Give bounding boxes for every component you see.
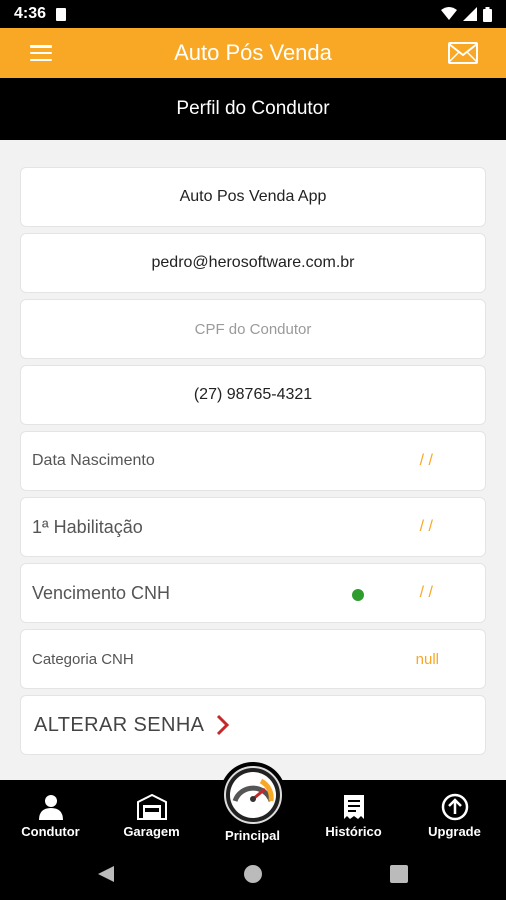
change-password-button[interactable]: ALTERAR SENHA bbox=[20, 695, 486, 755]
status-bar: 4:36 bbox=[0, 0, 506, 28]
first-license-label: 1ª Habilitação bbox=[32, 516, 143, 537]
chevron-right-icon bbox=[216, 714, 230, 736]
nav-upgrade[interactable]: Upgrade bbox=[404, 780, 505, 850]
receipt-icon bbox=[342, 793, 366, 821]
app-bar: Auto Pós Venda bbox=[0, 28, 506, 78]
name-field[interactable]: Auto Pos Venda App bbox=[20, 167, 486, 227]
page-title: Perfil do Condutor bbox=[176, 98, 330, 119]
nav-upgrade-label: Upgrade bbox=[428, 824, 481, 839]
envelope-icon[interactable] bbox=[448, 42, 478, 64]
cnh-category-field[interactable]: Categoria CNH null bbox=[20, 629, 486, 689]
hamburger-menu-icon[interactable] bbox=[30, 45, 52, 61]
wifi-icon bbox=[441, 7, 457, 20]
person-icon bbox=[38, 793, 63, 821]
birth-date-value: / / bbox=[419, 452, 433, 469]
cnh-category-value: null bbox=[415, 650, 439, 668]
speedometer-icon[interactable] bbox=[220, 762, 286, 828]
nav-garagem-label: Garagem bbox=[123, 824, 180, 839]
birth-date-label: Data Nascimento bbox=[32, 452, 155, 469]
app-title: Auto Pós Venda bbox=[174, 40, 332, 65]
nav-historico[interactable]: Histórico bbox=[303, 780, 404, 850]
status-icons bbox=[441, 6, 492, 22]
garage-icon bbox=[136, 793, 167, 821]
cnh-expiry-label: Vencimento CNH bbox=[32, 582, 171, 603]
signal-icon bbox=[463, 7, 477, 21]
cnh-expiry-field[interactable]: Vencimento CNH / / bbox=[20, 563, 486, 623]
nav-historico-label: Histórico bbox=[325, 824, 382, 839]
nav-garagem[interactable]: Garagem bbox=[101, 780, 202, 850]
status-dot-icon bbox=[352, 589, 364, 601]
back-icon[interactable] bbox=[96, 864, 116, 884]
email-field[interactable]: pedro@herosoftware.com.br bbox=[20, 233, 486, 293]
status-time: 4:36 bbox=[14, 5, 47, 22]
nav-condutor-label: Condutor bbox=[21, 824, 80, 839]
cnh-category-label: Categoria CNH bbox=[32, 650, 134, 668]
birth-date-field[interactable]: Data Nascimento / / bbox=[20, 431, 486, 491]
nav-condutor[interactable]: Condutor bbox=[0, 780, 101, 850]
phone-field[interactable]: (27) 98765-4321 bbox=[20, 365, 486, 425]
cnh-expiry-value: / / bbox=[419, 584, 433, 601]
cpf-field[interactable]: CPF do Condutor bbox=[20, 299, 486, 359]
nav-principal-label: Principal bbox=[225, 828, 280, 843]
system-nav-bar bbox=[0, 850, 506, 900]
profile-form: Auto Pos Venda App pedro@herosoftware.co… bbox=[0, 140, 506, 780]
sd-card-icon bbox=[56, 7, 67, 21]
recents-icon[interactable] bbox=[389, 864, 409, 884]
home-icon[interactable] bbox=[243, 864, 263, 884]
first-license-value: / / bbox=[419, 518, 433, 535]
battery-icon bbox=[483, 6, 492, 22]
change-password-label: ALTERAR SENHA bbox=[34, 713, 205, 736]
upload-arrow-icon bbox=[441, 793, 469, 821]
first-license-field[interactable]: 1ª Habilitação / / bbox=[20, 497, 486, 557]
subheader: Perfil do Condutor bbox=[0, 78, 506, 140]
